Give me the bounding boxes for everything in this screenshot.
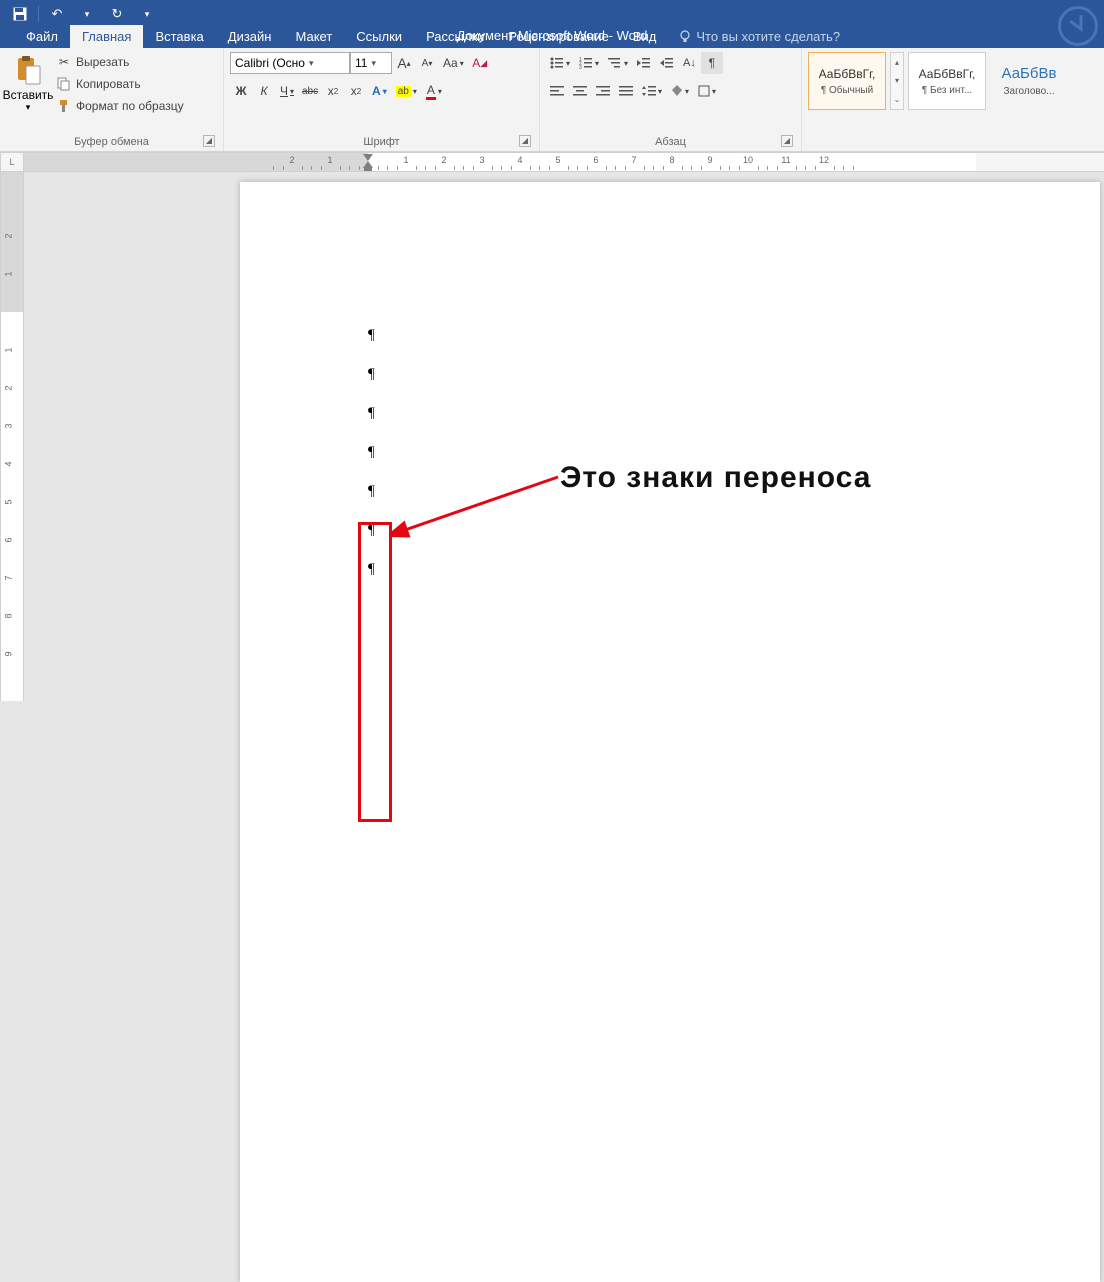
- group-clipboard: Вставить ▾ ✂ Вырезать Копировать: [0, 48, 224, 151]
- align-center-button[interactable]: [569, 80, 591, 102]
- paragraph-dialog-launcher[interactable]: ◢: [781, 135, 793, 147]
- tab-references[interactable]: Ссылки: [344, 25, 414, 48]
- copy-button[interactable]: Копировать: [52, 74, 188, 94]
- qat-customize[interactable]: ▾: [135, 3, 159, 25]
- document-workspace: L 21123456789101112 21123456789 ¶ ¶ ¶ ¶ …: [0, 152, 1104, 701]
- tab-file[interactable]: Файл: [14, 25, 70, 48]
- paste-label: Вставить: [3, 88, 54, 102]
- scissors-icon: ✂: [56, 54, 72, 70]
- underline-button[interactable]: Ч▾: [276, 80, 298, 102]
- font-size-combo[interactable]: 11▾: [350, 52, 392, 74]
- shrink-font-button[interactable]: A▾: [416, 52, 438, 74]
- highlight-button[interactable]: ab▾: [392, 80, 421, 102]
- borders-button[interactable]: ▾: [694, 80, 720, 102]
- group-label-clipboard: Буфер обмена ◢: [6, 133, 217, 151]
- font-name-value: Calibri (Осно: [235, 56, 305, 70]
- change-case-button[interactable]: Aa▾: [439, 52, 468, 74]
- style-heading1-name: Заголово...: [1004, 86, 1055, 97]
- style-normal-name: ¶ Обычный: [821, 85, 873, 96]
- pilcrow-icon: ¶: [368, 327, 375, 344]
- line-spacing-button[interactable]: ▾: [638, 80, 666, 102]
- pilcrow-icon: ¶: [368, 405, 375, 422]
- superscript-button[interactable]: x2: [345, 80, 367, 102]
- group-label-font: Шрифт ◢: [230, 133, 533, 151]
- styles-gallery: АаБбВвГг, ¶ Обычный ▴▾⌄ АаБбВвГг, ¶ Без …: [808, 52, 1068, 110]
- increase-indent-button[interactable]: [656, 52, 678, 74]
- align-right-button[interactable]: [592, 80, 614, 102]
- tell-me-placeholder: Что вы хотите сделать?: [696, 29, 840, 44]
- undo-button[interactable]: ↶: [45, 3, 69, 25]
- tab-review[interactable]: Рецензирование: [496, 25, 620, 48]
- sort-button[interactable]: A↓: [679, 52, 700, 74]
- text-effects-button[interactable]: A▾: [368, 80, 391, 102]
- group-styles: АаБбВвГг, ¶ Обычный ▴▾⌄ АаБбВвГг, ¶ Без …: [802, 48, 1104, 151]
- style-normal[interactable]: АаБбВвГг, ¶ Обычный: [808, 52, 886, 110]
- numbering-button[interactable]: 123▾: [575, 52, 603, 74]
- cut-button[interactable]: ✂ Вырезать: [52, 52, 188, 72]
- format-painter-label: Формат по образцу: [76, 99, 184, 113]
- clear-formatting-button[interactable]: A◢: [469, 52, 491, 74]
- decrease-indent-button[interactable]: [633, 52, 655, 74]
- cut-label: Вырезать: [76, 55, 129, 69]
- justify-button[interactable]: [615, 80, 637, 102]
- styles-gallery-scroll[interactable]: ▴▾⌄: [890, 52, 904, 110]
- pilcrow-icon: ¶: [368, 483, 375, 500]
- save-button[interactable]: [8, 3, 32, 25]
- font-color-button[interactable]: A▾: [422, 80, 446, 102]
- svg-text:3: 3: [579, 65, 582, 69]
- clipboard-dialog-launcher[interactable]: ◢: [203, 135, 215, 147]
- bold-button[interactable]: Ж: [230, 80, 252, 102]
- style-nospacing-preview: АаБбВвГг,: [919, 67, 976, 81]
- tab-mailings[interactable]: Рассылки: [414, 25, 496, 48]
- annotation-text: Это знаки переноса: [560, 461, 871, 495]
- style-normal-preview: АаБбВвГг,: [819, 67, 876, 81]
- undo-dropdown[interactable]: ▾: [75, 3, 99, 25]
- redo-button[interactable]: ↻: [105, 3, 129, 25]
- multilevel-list-button[interactable]: ▾: [604, 52, 632, 74]
- show-paragraph-marks-button[interactable]: ¶: [701, 52, 723, 74]
- font-size-value: 11: [355, 56, 367, 70]
- pilcrow-icon: ¶: [368, 444, 375, 461]
- shading-button[interactable]: ▾: [667, 80, 693, 102]
- vertical-ruler[interactable]: 21123456789: [0, 172, 24, 701]
- format-painter-button[interactable]: Формат по образцу: [52, 96, 188, 116]
- tab-layout[interactable]: Макет: [283, 25, 344, 48]
- group-paragraph: ▾ 123▾ ▾ A↓ ¶ ▾ ▾ ▾ Абзац ◢: [540, 48, 802, 151]
- style-heading1[interactable]: АаБбВв Заголово...: [990, 52, 1068, 110]
- ribbon: Вставить ▾ ✂ Вырезать Копировать: [0, 48, 1104, 152]
- ribbon-tab-row: Файл Главная Вставка Дизайн Макет Ссылки…: [0, 24, 1104, 48]
- align-left-button[interactable]: [546, 80, 568, 102]
- titlebar: ↶ ▾ ↻ ▾ Документ Microsoft Word - Word Ф…: [0, 0, 1104, 48]
- subscript-button[interactable]: x2: [322, 80, 344, 102]
- style-heading1-preview: АаБбВв: [1002, 65, 1057, 82]
- pilcrow-icon: ¶: [368, 366, 375, 383]
- group-label-paragraph: Абзац ◢: [546, 133, 795, 151]
- ruler-corner[interactable]: L: [0, 152, 24, 172]
- font-dialog-launcher[interactable]: ◢: [519, 135, 531, 147]
- group-font: Calibri (Осно▾ 11▾ A▴ A▾ Aa▾ A◢ Ж К Ч▾ a…: [224, 48, 540, 151]
- tell-me-search[interactable]: Что вы хотите сделать?: [668, 25, 850, 48]
- annotation-highlight-box: [358, 522, 392, 822]
- bullets-button[interactable]: ▾: [546, 52, 574, 74]
- style-no-spacing[interactable]: АаБбВвГг, ¶ Без инт...: [908, 52, 986, 110]
- tab-view[interactable]: Вид: [621, 25, 669, 48]
- strikethrough-button[interactable]: abc: [299, 80, 321, 102]
- tab-home[interactable]: Главная: [70, 25, 143, 48]
- horizontal-ruler[interactable]: 21123456789101112: [24, 152, 1104, 172]
- font-name-combo[interactable]: Calibri (Осно▾: [230, 52, 350, 74]
- grow-font-button[interactable]: A▴: [393, 52, 415, 74]
- copy-label: Копировать: [76, 77, 141, 91]
- copy-icon: [56, 76, 72, 92]
- style-nospacing-name: ¶ Без инт...: [922, 85, 972, 96]
- italic-button[interactable]: К: [253, 80, 275, 102]
- tab-design[interactable]: Дизайн: [216, 25, 284, 48]
- tab-insert[interactable]: Вставка: [143, 25, 215, 48]
- paintbrush-icon: [56, 98, 72, 114]
- paste-button[interactable]: Вставить ▾: [6, 52, 50, 115]
